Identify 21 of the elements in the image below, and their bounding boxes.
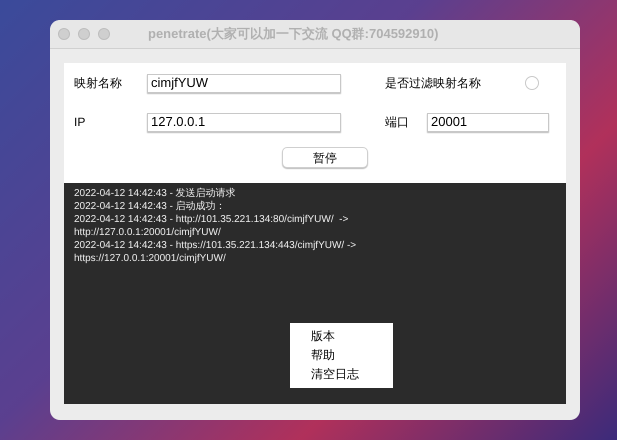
field-label: 端口 <box>385 114 410 131</box>
log-line: 2022-04-12 14:42:43 - https://101.35.221.134:443/cimjfYUW/ -> <box>74 239 358 252</box>
menu-item[interactable]: 清空日志 <box>311 365 393 384</box>
close-button[interactable] <box>58 28 70 40</box>
zoom-button[interactable] <box>98 28 110 40</box>
pause-button[interactable]: 暂停 <box>282 147 368 168</box>
log-line: 2022-04-12 14:42:43 - http://101.35.221.134:80/cimjfYUW/ -> <box>74 213 350 226</box>
field-label: 是否过滤映射名称 <box>385 75 482 92</box>
minimize-button[interactable] <box>78 28 90 40</box>
field-label: 映射名称 <box>74 75 123 92</box>
input-field[interactable]: 20001 <box>427 112 549 132</box>
log-line: 2022-04-12 14:42:43 - 发送启动请求 <box>74 187 237 200</box>
input-field[interactable]: 127.0.0.1 <box>147 112 341 132</box>
field-label: IP <box>74 114 86 131</box>
input-field[interactable]: cimjfYUW <box>147 74 341 92</box>
log-line: http://127.0.0.1:20001/cimjfYUW/ <box>74 226 222 239</box>
log-line: https://127.0.0.1:20001/cimjfYUW/ <box>74 252 227 265</box>
log-line: 2022-04-12 14:42:43 - 启动成功： <box>74 200 227 213</box>
menu-item[interactable]: 版本 <box>311 327 393 346</box>
menu-item[interactable]: 帮助 <box>311 346 393 365</box>
filter-radio[interactable] <box>525 76 539 90</box>
